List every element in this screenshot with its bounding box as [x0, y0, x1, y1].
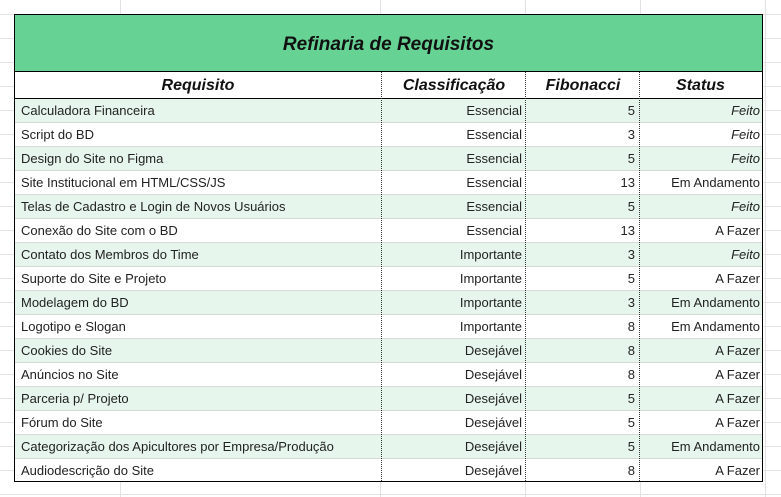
- cell-status[interactable]: A Fazer: [641, 387, 760, 410]
- table-row: Calculadora Financeira Essencial 5 Feito: [15, 99, 762, 123]
- table-row: Conexão do Site com o BD Essencial 13 A Faz…: [15, 219, 762, 243]
- cell-classificacao[interactable]: Desejável: [381, 411, 522, 434]
- cell-classificacao[interactable]: Essencial: [381, 99, 522, 122]
- cell-requisito[interactable]: Telas de Cadastro e Login de Novos Usuár…: [21, 195, 381, 218]
- table-row: Fórum do Site Desejável 5 A Fazer: [15, 411, 762, 435]
- cell-classificacao[interactable]: Essencial: [381, 195, 522, 218]
- cell-status[interactable]: Em Andamento: [641, 315, 760, 338]
- header-fibonacci[interactable]: Fibonacci: [527, 72, 639, 98]
- cell-classificacao[interactable]: Essencial: [381, 171, 522, 194]
- cell-status[interactable]: Em Andamento: [641, 291, 760, 314]
- table-title: Refinaria de Requisitos: [282, 34, 495, 55]
- requirements-table: Refinaria de Requisitos Requisito Classi…: [14, 14, 763, 482]
- cell-status[interactable]: Feito: [641, 123, 760, 146]
- cell-fibonacci[interactable]: 5: [527, 411, 635, 434]
- cell-status[interactable]: A Fazer: [641, 363, 760, 386]
- cell-fibonacci[interactable]: 5: [527, 147, 635, 170]
- table-row: Modelagem do BD Importante 3 Em Andamento: [15, 291, 762, 315]
- cell-fibonacci[interactable]: 5: [527, 387, 635, 410]
- header-requisito[interactable]: Requisito: [15, 72, 381, 98]
- table-row: Contato dos Membros do Time Importante 3 Fe…: [15, 243, 762, 267]
- gridline: [0, 494, 781, 495]
- cell-classificacao[interactable]: Importante: [381, 243, 522, 266]
- cell-status[interactable]: Em Andamento: [641, 171, 760, 194]
- table-title-cell[interactable]: Refinaria de Requisitos: [15, 15, 762, 72]
- cell-requisito[interactable]: Categorização dos Apicultores por Empres…: [21, 435, 381, 458]
- table-row: Anúncios no Site Desejável 8 A Fazer: [15, 363, 762, 387]
- cell-requisito[interactable]: Audiodescrição do Site: [21, 459, 381, 482]
- cell-fibonacci[interactable]: 5: [527, 435, 635, 458]
- cell-requisito[interactable]: Suporte do Site e Projeto: [21, 267, 381, 290]
- cell-requisito[interactable]: Contato dos Membros do Time: [21, 243, 381, 266]
- table-body: Calculadora Financeira Essencial 5 Feito Scr…: [15, 99, 762, 483]
- cell-fibonacci[interactable]: 5: [527, 267, 635, 290]
- cell-fibonacci[interactable]: 13: [527, 171, 635, 194]
- cell-fibonacci[interactable]: 8: [527, 459, 635, 482]
- header-classificacao[interactable]: Classificação: [381, 72, 527, 98]
- table-row: Suporte do Site e Projeto Importante 5 A Fa…: [15, 267, 762, 291]
- cell-classificacao[interactable]: Essencial: [381, 147, 522, 170]
- table-row: Site Institucional em HTML/CSS/JS Essenci…: [15, 171, 762, 195]
- cell-status[interactable]: Feito: [641, 195, 760, 218]
- table-row: Telas de Cadastro e Login de Novos Usuár…: [15, 195, 762, 219]
- column-divider: [639, 72, 640, 481]
- cell-requisito[interactable]: Design do Site no Figma: [21, 147, 381, 170]
- cell-requisito[interactable]: Script do BD: [21, 123, 381, 146]
- cell-classificacao[interactable]: Desejável: [381, 459, 522, 482]
- cell-status[interactable]: A Fazer: [641, 219, 760, 242]
- cell-requisito[interactable]: Fórum do Site: [21, 411, 381, 434]
- cell-classificacao[interactable]: Desejável: [381, 363, 522, 386]
- cell-fibonacci[interactable]: 5: [527, 99, 635, 122]
- cell-fibonacci[interactable]: 5: [527, 195, 635, 218]
- cell-status[interactable]: Feito: [641, 147, 760, 170]
- table-row: Categorização dos Apicultores por Empres…: [15, 435, 762, 459]
- table-row: Cookies do Site Desejável 8 A Fazer: [15, 339, 762, 363]
- table-row: Audiodescrição do Site Desejável 8 A Fazer: [15, 459, 762, 483]
- cell-requisito[interactable]: Calculadora Financeira: [21, 99, 381, 122]
- cell-status[interactable]: Em Andamento: [641, 435, 760, 458]
- table-row: Logotipo e Slogan Importante 8 Em Andamento: [15, 315, 762, 339]
- cell-status[interactable]: A Fazer: [641, 411, 760, 434]
- cell-classificacao[interactable]: Importante: [381, 291, 522, 314]
- table-row: Parceria p/ Projeto Desejável 5 A Fazer: [15, 387, 762, 411]
- column-divider: [381, 72, 382, 481]
- column-divider: [525, 72, 526, 481]
- cell-classificacao[interactable]: Importante: [381, 315, 522, 338]
- cell-requisito[interactable]: Parceria p/ Projeto: [21, 387, 381, 410]
- cell-fibonacci[interactable]: 3: [527, 291, 635, 314]
- cell-classificacao[interactable]: Desejável: [381, 387, 522, 410]
- cell-classificacao[interactable]: Desejável: [381, 339, 522, 362]
- gridline: [765, 0, 766, 497]
- cell-requisito[interactable]: Logotipo e Slogan: [21, 315, 381, 338]
- cell-fibonacci[interactable]: 3: [527, 243, 635, 266]
- header-row: Requisito Classificação Fibonacci Status: [15, 72, 762, 99]
- cell-status[interactable]: Feito: [641, 243, 760, 266]
- table-row: Design do Site no Figma Essencial 5 Feito: [15, 147, 762, 171]
- cell-classificacao[interactable]: Desejável: [381, 435, 522, 458]
- cell-status[interactable]: A Fazer: [641, 267, 760, 290]
- header-status[interactable]: Status: [639, 72, 762, 98]
- cell-fibonacci[interactable]: 8: [527, 339, 635, 362]
- table-row: Script do BD Essencial 3 Feito: [15, 123, 762, 147]
- cell-fibonacci[interactable]: 3: [527, 123, 635, 146]
- cell-requisito[interactable]: Conexão do Site com o BD: [21, 219, 381, 242]
- cell-classificacao[interactable]: Essencial: [381, 219, 522, 242]
- cell-status[interactable]: A Fazer: [641, 339, 760, 362]
- cell-classificacao[interactable]: Essencial: [381, 123, 522, 146]
- cell-requisito[interactable]: Site Institucional em HTML/CSS/JS: [21, 171, 381, 194]
- cell-status[interactable]: A Fazer: [641, 459, 760, 482]
- cell-requisito[interactable]: Cookies do Site: [21, 339, 381, 362]
- cell-requisito[interactable]: Modelagem do BD: [21, 291, 381, 314]
- cell-fibonacci[interactable]: 8: [527, 363, 635, 386]
- cell-fibonacci[interactable]: 13: [527, 219, 635, 242]
- cell-classificacao[interactable]: Importante: [381, 267, 522, 290]
- cell-fibonacci[interactable]: 8: [527, 315, 635, 338]
- cell-status[interactable]: Feito: [641, 99, 760, 122]
- cell-requisito[interactable]: Anúncios no Site: [21, 363, 381, 386]
